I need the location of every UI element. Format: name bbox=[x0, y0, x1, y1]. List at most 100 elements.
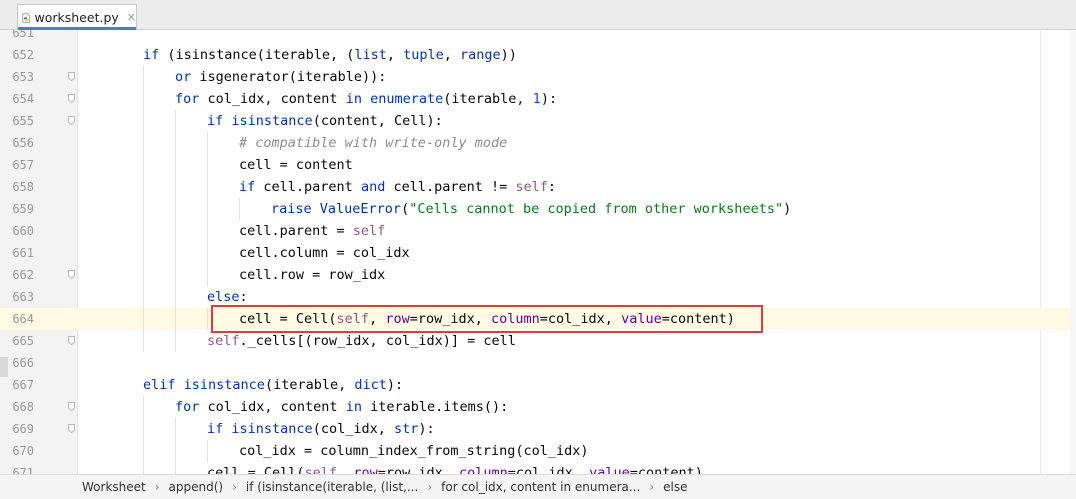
line-number: 655 bbox=[12, 114, 34, 128]
code-token: row bbox=[353, 465, 378, 474]
code-token: =col_idx, bbox=[539, 311, 622, 327]
code-token: =content) bbox=[661, 311, 735, 327]
code-text: else: bbox=[207, 286, 248, 308]
code-line[interactable]: 666 bbox=[0, 352, 1070, 374]
code-line[interactable]: 652 if (isinstance(iterable, (list, tuple… bbox=[0, 44, 1070, 66]
code-token: column bbox=[491, 311, 540, 327]
code-token: =col_idx, bbox=[507, 465, 590, 474]
code-line[interactable]: 658 if cell.parent and cell.parent != sel… bbox=[0, 176, 1070, 198]
line-number: 659 bbox=[12, 202, 34, 216]
code-token: value bbox=[589, 465, 630, 474]
code-line[interactable]: 659 raise ValueError("Cells cannot be cop… bbox=[0, 198, 1070, 220]
code-text: for col_idx, content in enumerate(iterab… bbox=[175, 88, 557, 110]
fold-marker-icon[interactable] bbox=[68, 270, 75, 279]
code-token: cell.row = row_idx bbox=[239, 267, 386, 283]
indent-guide bbox=[143, 154, 144, 176]
code-token: row bbox=[385, 311, 410, 327]
indent-guide bbox=[175, 440, 176, 462]
code-token: cell = Cell( bbox=[239, 311, 337, 327]
line-number: 657 bbox=[12, 158, 34, 172]
code-line[interactable]: 661 cell.column = col_idx bbox=[0, 242, 1070, 264]
fold-marker-icon[interactable] bbox=[68, 72, 75, 81]
fold-marker-icon[interactable] bbox=[68, 116, 75, 125]
code-token: "Cells cannot be copied from other works… bbox=[409, 201, 784, 217]
code-token: cell.parent = bbox=[239, 223, 353, 239]
line-number: 670 bbox=[12, 444, 34, 458]
code-token: elif bbox=[143, 377, 176, 393]
breadcrumb-item[interactable]: append() bbox=[169, 480, 224, 494]
code-token: and bbox=[360, 179, 386, 195]
tab-label: worksheet.py bbox=[34, 10, 119, 25]
code-token: self bbox=[336, 311, 370, 327]
code-token: , bbox=[386, 47, 404, 63]
code-line[interactable]: 655 if isinstance(content, Cell): bbox=[0, 110, 1070, 132]
code-line[interactable]: 660 cell.parent = self bbox=[0, 220, 1070, 242]
indent-guide bbox=[207, 220, 208, 242]
breadcrumb-item[interactable]: for col_idx, content in enumera... bbox=[441, 480, 640, 494]
breadcrumb-separator-icon: › bbox=[427, 480, 433, 494]
vertical-scrollbar[interactable] bbox=[1070, 30, 1076, 474]
code-editor[interactable]: 651 652 if (isinstance(iterable, (list, tu… bbox=[0, 30, 1070, 474]
indent-guide bbox=[175, 198, 176, 220]
indent-guide bbox=[207, 264, 208, 286]
code-line[interactable]: 667 elif isinstance(iterable, dict): bbox=[0, 374, 1070, 396]
code-line[interactable]: 664 cell = Cell(self, row=row_idx, column… bbox=[0, 308, 1070, 330]
indent-guide bbox=[143, 264, 144, 286]
breadcrumb-item[interactable]: if (isinstance(iterable, (list,... bbox=[246, 480, 418, 494]
breadcrumb-item[interactable]: Worksheet bbox=[82, 480, 146, 494]
close-tab-icon[interactable]: ✕ bbox=[127, 11, 136, 24]
code-text: cell = content bbox=[239, 154, 353, 176]
code-token: 1 bbox=[532, 91, 541, 107]
indent-guide bbox=[175, 242, 176, 264]
fold-marker-icon[interactable] bbox=[68, 402, 75, 411]
line-number: 667 bbox=[12, 378, 34, 392]
code-line[interactable]: 670 col_idx = column_index_from_string(co… bbox=[0, 440, 1070, 462]
code-line[interactable]: 665 self._cells[(row_idx, col_idx)] = cel… bbox=[0, 330, 1070, 352]
indent-guide bbox=[143, 286, 144, 308]
scroll-marker bbox=[0, 357, 8, 377]
fold-marker-icon[interactable] bbox=[68, 424, 75, 433]
code-token: ) bbox=[783, 201, 792, 217]
indent-guide bbox=[207, 242, 208, 264]
code-line[interactable]: 663 else: bbox=[0, 286, 1070, 308]
indent-guide bbox=[175, 330, 176, 352]
code-token: self bbox=[515, 179, 548, 195]
code-token: for bbox=[175, 91, 200, 107]
indent-guide bbox=[175, 418, 176, 440]
line-number: 651 bbox=[12, 30, 34, 40]
code-text: if isinstance(col_idx, str): bbox=[207, 418, 435, 440]
indent-guide bbox=[175, 132, 176, 154]
code-line[interactable]: 671 cell = Cell(self, row=row_idx, column… bbox=[0, 462, 1070, 474]
code-token: cell = Cell( bbox=[207, 465, 305, 474]
code-token: (content, Cell): bbox=[312, 113, 443, 129]
code-token: =content) bbox=[629, 465, 703, 474]
code-line[interactable]: 651 bbox=[0, 30, 1070, 44]
code-line[interactable]: 656 # compatible with write-only mode bbox=[0, 132, 1070, 154]
indent-guide bbox=[207, 154, 208, 176]
code-line[interactable]: 668 for col_idx, content in iterable.item… bbox=[0, 396, 1070, 418]
code-token: (isinstance(iterable, ( bbox=[159, 47, 355, 63]
code-text: col_idx = column_index_from_string(col_i… bbox=[239, 440, 589, 462]
code-token: else bbox=[207, 289, 240, 305]
code-token: col_idx, content bbox=[199, 399, 346, 415]
code-token: list bbox=[354, 47, 387, 63]
code-line[interactable]: 662 cell.row = row_idx bbox=[0, 264, 1070, 286]
breadcrumb-item[interactable]: else bbox=[663, 480, 687, 494]
code-line[interactable]: 669 if isinstance(col_idx, str): bbox=[0, 418, 1070, 440]
code-line[interactable]: 654 for col_idx, content in enumerate(ite… bbox=[0, 88, 1070, 110]
code-line[interactable]: 653 or isgenerator(iterable)): bbox=[0, 66, 1070, 88]
code-token: =row_idx, bbox=[377, 465, 459, 474]
indent-guide bbox=[175, 462, 176, 474]
code-token: col_idx = column_index_from_string(col_i… bbox=[239, 443, 589, 459]
tab-worksheet-py[interactable]: worksheet.py ✕ bbox=[17, 4, 137, 30]
line-number: 668 bbox=[12, 400, 34, 414]
breadcrumb: Worksheet › append() › if (isinstance(iterab… bbox=[0, 474, 1076, 499]
line-number: 658 bbox=[12, 180, 34, 194]
code-token: (iterable, bbox=[443, 91, 533, 107]
fold-marker-icon[interactable] bbox=[68, 94, 75, 103]
code-token: (col_idx, bbox=[312, 421, 394, 437]
fold-marker-icon[interactable] bbox=[68, 336, 75, 345]
code-line[interactable]: 657 cell = content bbox=[0, 154, 1070, 176]
